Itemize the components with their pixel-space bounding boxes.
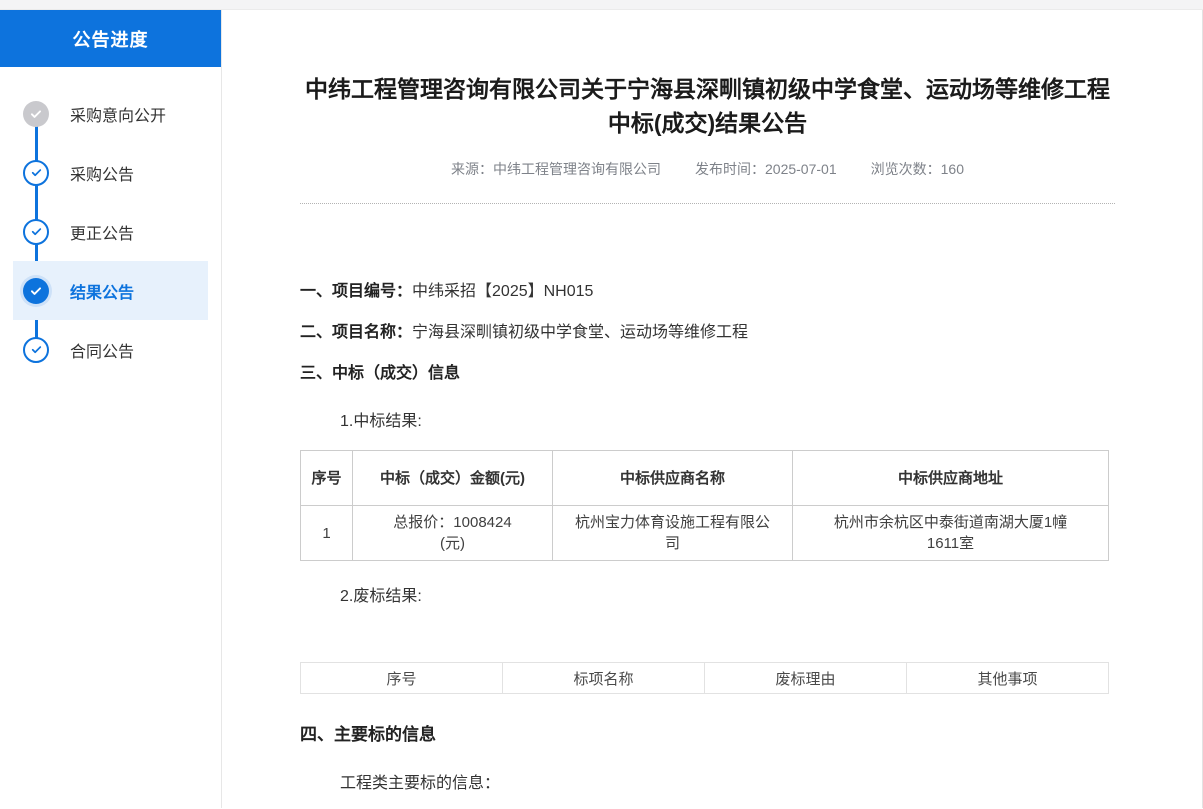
main-subject-heading: 四、主要标的信息 bbox=[300, 720, 1115, 745]
check-circle-icon bbox=[23, 219, 49, 245]
table-header-row: 序号 中标（成交）金额(元) 中标供应商名称 中标供应商地址 bbox=[301, 451, 1109, 506]
check-circle-icon bbox=[23, 160, 49, 186]
sidebar-item-label: 采购意向公开 bbox=[70, 102, 166, 126]
col-header-lot-name: 标项名称 bbox=[503, 663, 705, 694]
dotted-divider bbox=[300, 203, 1115, 204]
page-layout: 公告进度 采购意向公开 采购公告 更正公告 bbox=[0, 10, 1203, 808]
check-circle-icon bbox=[23, 337, 49, 363]
col-header-supplier-address: 中标供应商地址 bbox=[793, 451, 1109, 506]
sidebar-item-label: 结果公告 bbox=[70, 279, 134, 303]
article-column: 中纬工程管理咨询有限公司关于宁海县深甽镇初级中学食堂、运动场等维修工程中标(成交… bbox=[300, 72, 1115, 793]
sidebar-item-label: 合同公告 bbox=[70, 338, 134, 362]
announcement-body: 一、项目编号：中纬采招【2025】NH015 二、项目名称：宁海县深甽镇初级中学… bbox=[300, 281, 1115, 793]
sidebar-item-purchase-notice[interactable]: 采购公告 bbox=[0, 143, 221, 202]
sidebar-item-result-notice[interactable]: 结果公告 bbox=[13, 261, 208, 320]
project-number-value: 中纬采招【2025】NH015 bbox=[412, 283, 593, 300]
sidebar-item-label: 更正公告 bbox=[70, 220, 134, 244]
sidebar-item-contract-notice[interactable]: 合同公告 bbox=[0, 320, 221, 379]
meta-view-count: 浏览次数：160 bbox=[871, 159, 964, 179]
progress-timeline: 采购意向公开 采购公告 更正公告 结果公告 bbox=[0, 67, 221, 379]
engineering-subject-subheading: 工程类主要标的信息： bbox=[300, 769, 1115, 793]
page-title: 中纬工程管理咨询有限公司关于宁海县深甽镇初级中学食堂、运动场等维修工程中标(成交… bbox=[300, 72, 1115, 140]
meta-source: 来源：中纬工程管理咨询有限公司 bbox=[451, 159, 661, 179]
announcement-progress-sidebar: 公告进度 采购意向公开 采购公告 更正公告 bbox=[0, 10, 222, 808]
meta-publish-time: 发布时间：2025-07-01 bbox=[695, 159, 837, 179]
project-name-value: 宁海县深甽镇初级中学食堂、运动场等维修工程 bbox=[412, 324, 748, 341]
col-header-seq: 序号 bbox=[301, 451, 353, 506]
award-result-subheading: 1.中标结果: bbox=[300, 407, 1115, 431]
project-name-label: 二、项目名称： bbox=[300, 324, 412, 341]
cell-seq: 1 bbox=[301, 506, 353, 561]
col-header-amount: 中标（成交）金额(元) bbox=[353, 451, 553, 506]
project-number-label: 一、项目编号： bbox=[300, 283, 412, 300]
article-meta: 来源：中纬工程管理咨询有限公司 发布时间：2025-07-01 浏览次数：160 bbox=[300, 159, 1115, 179]
cell-amount: 总报价：1008424 (元) bbox=[353, 506, 553, 561]
award-info-heading: 三、中标（成交）信息 bbox=[300, 363, 1115, 385]
col-header-supplier-name: 中标供应商名称 bbox=[553, 451, 793, 506]
sidebar-title: 公告进度 bbox=[0, 10, 221, 67]
col-header-seq: 序号 bbox=[301, 663, 503, 694]
sidebar-item-label: 采购公告 bbox=[70, 161, 134, 185]
cell-supplier-address: 杭州市余杭区中泰街道南湖大厦1幢 1611室 bbox=[793, 506, 1109, 561]
table-header-row: 序号 标项名称 废标理由 其他事项 bbox=[301, 663, 1109, 694]
col-header-other-matters: 其他事项 bbox=[907, 663, 1109, 694]
cell-supplier-name: 杭州宝力体育设施工程有限公 司 bbox=[553, 506, 793, 561]
project-name-row: 二、项目名称：宁海县深甽镇初级中学食堂、运动场等维修工程 bbox=[300, 322, 1115, 344]
check-circle-icon bbox=[23, 101, 49, 127]
rejected-result-subheading: 2.废标结果: bbox=[300, 582, 1115, 606]
page-top-strip bbox=[0, 0, 1203, 10]
rejected-bids-table: 序号 标项名称 废标理由 其他事项 bbox=[300, 662, 1109, 694]
award-result-table: 序号 中标（成交）金额(元) 中标供应商名称 中标供应商地址 1 总报价：100… bbox=[300, 450, 1109, 561]
sidebar-item-purchase-intent[interactable]: 采购意向公开 bbox=[0, 84, 221, 143]
check-circle-icon bbox=[23, 278, 49, 304]
project-number-row: 一、项目编号：中纬采招【2025】NH015 bbox=[300, 281, 1115, 303]
table-row: 1 总报价：1008424 (元) 杭州宝力体育设施工程有限公 司 杭州市余杭区… bbox=[301, 506, 1109, 561]
col-header-reject-reason: 废标理由 bbox=[705, 663, 907, 694]
announcement-main: 中纬工程管理咨询有限公司关于宁海县深甽镇初级中学食堂、运动场等维修工程中标(成交… bbox=[222, 10, 1203, 808]
sidebar-item-correction-notice[interactable]: 更正公告 bbox=[0, 202, 221, 261]
